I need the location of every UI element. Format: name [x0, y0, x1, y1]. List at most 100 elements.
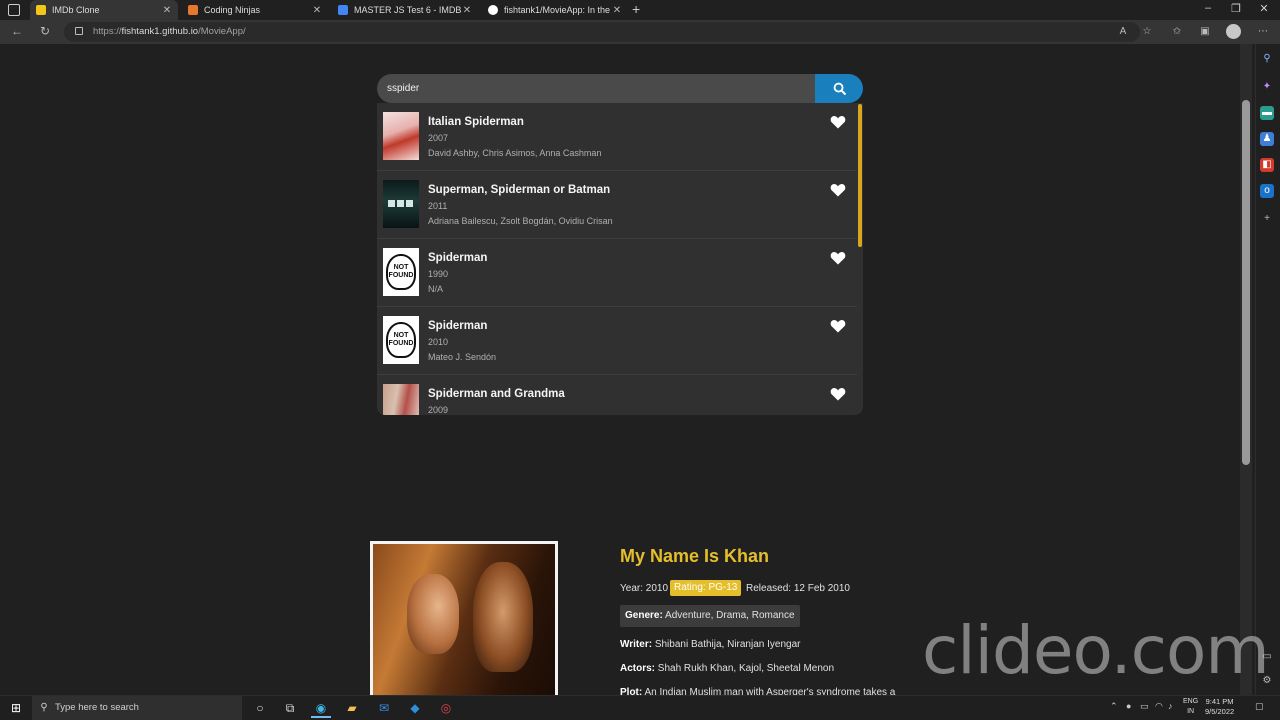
movie-released: Released: 12 Feb 2010 — [746, 583, 850, 594]
result-year: 1990 — [428, 269, 449, 279]
heart-icon[interactable] — [830, 115, 846, 129]
result-year: 2011 — [428, 201, 448, 211]
more-options-icon[interactable]: ⋯ — [1256, 25, 1270, 39]
search-icon — [833, 82, 846, 95]
recorder-icon[interactable]: ◎ — [436, 698, 456, 718]
edge-browser-icon[interactable]: ◉ — [311, 698, 331, 718]
search-icon[interactable]: ⚲ — [1260, 52, 1274, 66]
movie-actors: Actors: Shah Rukh Khan, Kajol, Sheetal M… — [620, 663, 834, 674]
tray-expand-icon[interactable]: ⌃ — [1110, 701, 1118, 712]
minimize-icon[interactable]: – — [1200, 2, 1216, 14]
result-title: Superman, Spiderman or Batman — [428, 184, 611, 196]
search-button[interactable] — [815, 74, 863, 103]
not-found-poster: NOT FOUND — [383, 248, 419, 296]
movie-poster — [383, 112, 419, 160]
list-item[interactable]: NOT FOUND Spiderman 1990 N/A — [377, 239, 857, 307]
heart-icon[interactable] — [830, 251, 846, 265]
url-host: fishtank1.github.io — [121, 26, 199, 37]
outlook-icon[interactable]: o — [1260, 184, 1274, 198]
collections-icon[interactable]: ▣ — [1198, 25, 1212, 39]
list-item[interactable]: Spiderman and Grandma 2009 — [377, 375, 857, 415]
result-title: Spiderman and Grandma — [428, 388, 565, 400]
not-found-poster: NOT FOUND — [383, 316, 419, 364]
tab-github-movieapp[interactable]: fishtank1/MovieApp: In the prev... ✕ — [482, 0, 628, 20]
file-explorer-icon[interactable]: ▰ — [342, 698, 362, 718]
shopping-icon[interactable]: ✦ — [1260, 80, 1274, 94]
profile-avatar[interactable] — [1226, 24, 1241, 39]
widgets-icon[interactable]: ⧉ — [280, 698, 300, 718]
restore-icon[interactable]: ❐ — [1228, 2, 1244, 15]
close-window-icon[interactable]: ✕ — [1256, 2, 1272, 15]
tab-imdb-clone[interactable]: IMDb Clone ✕ — [30, 0, 178, 20]
tab-label: fishtank1/MovieApp: In the prev... — [504, 5, 612, 15]
back-arrow-icon[interactable]: ← — [9, 24, 25, 38]
close-icon[interactable]: ✕ — [312, 5, 322, 16]
result-actors: Adriana Bailescu, Zsolt Bogdán, Ovidiu C… — [428, 216, 613, 226]
add-sidebar-icon[interactable]: + — [1260, 212, 1274, 226]
task-view-icon[interactable]: ○ — [250, 698, 270, 718]
read-aloud-icon[interactable]: A — [1116, 25, 1130, 39]
clock-date: 9/5/2022 — [1205, 707, 1235, 716]
heart-icon[interactable] — [830, 183, 846, 197]
result-actors: David Ashby, Chris Asimos, Anna Cashman — [428, 148, 602, 158]
result-actors: N/A — [428, 284, 444, 294]
tab-master-js-test[interactable]: MASTER JS Test 6 - IMDB - Goo... ✕ — [332, 0, 478, 20]
close-icon[interactable]: ✕ — [162, 5, 172, 16]
tab-favicon-icon — [188, 5, 198, 15]
year-value: 2010 — [645, 583, 669, 594]
movie-genre: Genere: Adventure, Drama, Romance — [620, 605, 800, 627]
clock-time: 9:41 PM — [1205, 697, 1234, 706]
favorite-star-icon[interactable]: ☆ — [1140, 25, 1154, 39]
notifications-icon[interactable]: ▢ — [1255, 701, 1264, 712]
window-menu-icon[interactable] — [8, 4, 20, 16]
mail-icon[interactable]: ✉ — [374, 698, 394, 718]
battery-icon[interactable]: ▭ — [1140, 701, 1149, 712]
actors-label: Actors: — [620, 663, 656, 674]
search-icon: ⚲ — [40, 702, 48, 713]
results-scrollbar-thumb[interactable] — [858, 104, 862, 247]
heart-icon[interactable] — [830, 387, 846, 401]
wifi-icon[interactable]: ◠ — [1155, 701, 1163, 712]
windows-start-icon[interactable]: ⊞ — [6, 698, 26, 718]
movie-detail-poster — [370, 541, 558, 701]
microphone-icon[interactable]: ● — [1126, 701, 1131, 711]
url-text[interactable]: https://fishtank1.github.io/MovieApp/ — [93, 26, 246, 37]
tools-icon[interactable]: ▬ — [1260, 106, 1274, 120]
genre-label: Genere: — [625, 610, 663, 621]
list-item[interactable]: NOT FOUND Spiderman 2010 Mateo J. Sendón — [377, 307, 857, 375]
movie-poster — [383, 384, 419, 415]
taskbar-clock[interactable]: 9:41 PM 9/5/2022 — [1205, 697, 1234, 717]
vscode-icon[interactable]: ◆ — [405, 698, 425, 718]
new-tab-button[interactable]: + — [632, 1, 640, 17]
close-icon[interactable]: ✕ — [612, 5, 622, 16]
heart-icon[interactable] — [830, 319, 846, 333]
search-input[interactable] — [377, 74, 815, 103]
region-code: IN — [1187, 708, 1195, 715]
list-item[interactable]: Superman, Spiderman or Batman 2011 Adria… — [377, 171, 857, 239]
result-title: Spiderman — [428, 252, 488, 264]
refresh-icon[interactable]: ↻ — [37, 24, 53, 38]
tab-favicon-icon — [338, 5, 348, 15]
close-icon[interactable]: ✕ — [462, 5, 472, 16]
taskbar-search-placeholder: Type here to search — [55, 702, 139, 713]
tab-label: MASTER JS Test 6 - IMDB - Goo... — [354, 5, 462, 15]
not-found-text: FOUND — [388, 272, 414, 279]
actors-value: Shah Rukh Khan, Kajol, Sheetal Menon — [657, 663, 835, 674]
not-found-text: NOT — [393, 332, 409, 339]
lock-icon[interactable] — [75, 27, 83, 35]
page-scrollbar-thumb[interactable] — [1242, 100, 1250, 465]
url-path: /MovieApp/ — [198, 26, 246, 37]
writer-label: Writer: — [620, 639, 653, 650]
favorites-icon[interactable]: ✩ — [1170, 25, 1184, 39]
tab-coding-ninjas[interactable]: Coding Ninjas ✕ — [182, 0, 328, 20]
rating-badge: Rating: PG-13 — [670, 580, 742, 596]
volume-icon[interactable]: ♪ — [1168, 701, 1173, 711]
language-indicator[interactable]: ENG IN — [1183, 697, 1198, 717]
list-item[interactable]: Italian Spiderman 2007 David Ashby, Chri… — [377, 103, 857, 171]
office-icon[interactable]: ◧ — [1260, 158, 1274, 172]
result-year: 2007 — [428, 133, 449, 143]
games-icon[interactable]: ♟ — [1260, 132, 1274, 146]
language-code: ENG — [1183, 698, 1199, 705]
tab-label: Coding Ninjas — [204, 5, 261, 15]
url-prefix: https:// — [93, 26, 122, 37]
